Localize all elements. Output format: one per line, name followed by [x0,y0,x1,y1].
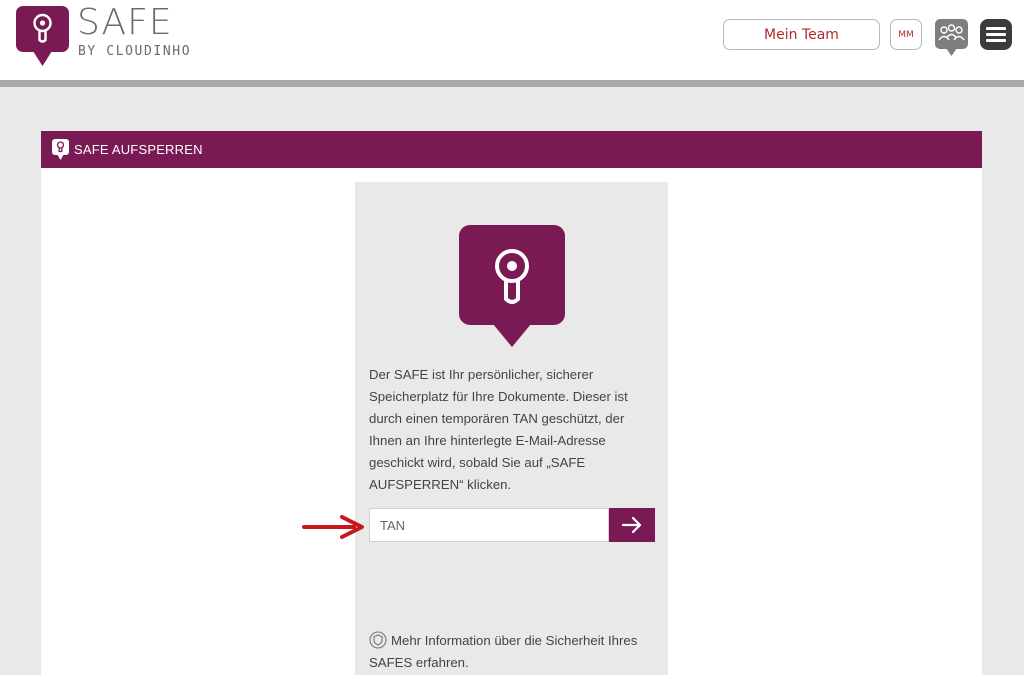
panel-title: SAFE AUFSPERREN [74,142,203,157]
logo-subtitle: BY CLOUDINHO [78,44,192,59]
my-team-button[interactable]: Mein Team [723,19,880,50]
red-arrow-icon [302,515,364,539]
security-info-link[interactable]: Mehr Information über die Sicherheit Ihr… [369,630,659,674]
tan-input[interactable] [369,508,609,542]
hamburger-bar [986,39,1006,42]
keyhole-icon [459,225,565,347]
panel-header: SAFE AUFSPERREN [41,131,982,168]
group-chat-icon[interactable] [935,19,968,57]
user-avatar-button[interactable]: MM [890,19,922,50]
security-info-text: Mehr Information über die Sicherheit Ihr… [369,633,638,670]
submit-tan-button[interactable] [609,508,655,542]
hamburger-bar [986,33,1006,36]
safe-description: Der SAFE ist Ihr persönlicher, sicherer … [369,367,628,492]
arrow-right-icon [621,516,642,534]
shield-icon [369,631,387,649]
app-header: SAFE BY CLOUDINHO Mein Team MM [0,0,1024,80]
header-divider [0,80,1024,87]
unlock-card: Der SAFE ist Ihr persönlicher, sicherer … [355,182,668,675]
safe-unlock-panel: SAFE AUFSPERREN Der SAFE ist Ihr persönl… [41,131,982,675]
logo-title: SAFE [77,2,173,43]
hamburger-menu-button[interactable] [980,19,1012,50]
safe-logo-icon[interactable] [16,6,69,66]
hamburger-bar [986,27,1006,30]
keyhole-icon [52,139,69,160]
